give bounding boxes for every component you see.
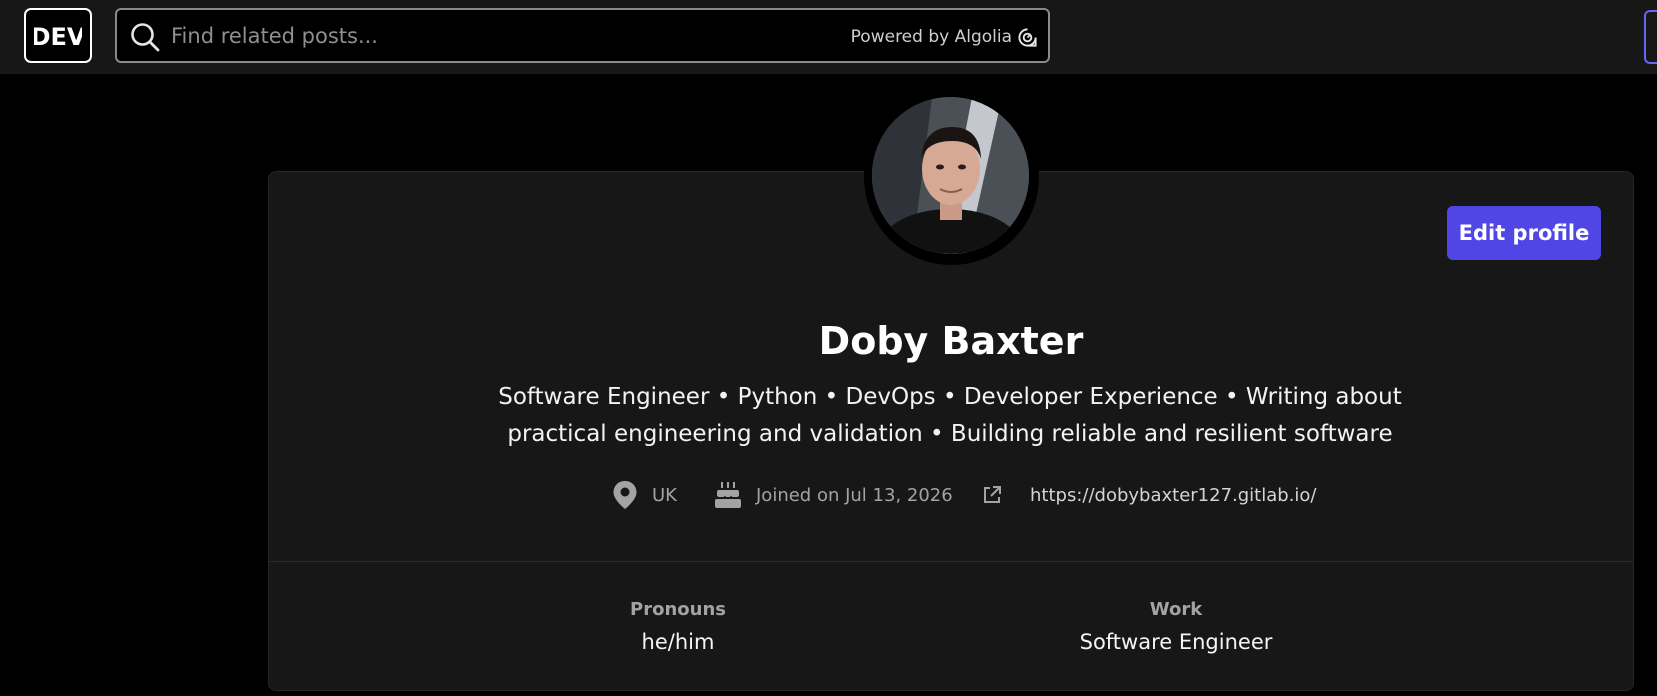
svg-text:DEV: DEV [34,23,82,51]
location-text: UK [652,484,677,506]
detail-label: Work [1149,599,1203,620]
header-action-button-partial[interactable] [1644,10,1657,64]
website-link[interactable]: https://dobybaxter127.gitlab.io/ [1030,485,1317,506]
profile-bio: Software Engineer • Python • DevOps • De… [498,384,1402,447]
powered-by-algolia-label[interactable]: Powered by Algolia [851,27,1012,47]
profile-location: UK [612,480,677,510]
algolia-icon [1018,28,1037,47]
edit-profile-button[interactable]: Edit profile [1447,206,1601,260]
profile-name: Doby Baxter [818,319,1084,363]
app-root: DEV Powered by Algolia [0,0,1657,696]
cake-icon [715,482,741,508]
search-bar[interactable]: Powered by Algolia [115,8,1050,63]
dev-logo-link[interactable]: DEV [24,8,92,63]
dev-logo-icon: DEV [34,23,82,51]
detail-work: Work Software Engineer [1026,598,1326,658]
detail-label: Pronouns [630,599,726,620]
detail-value: he/him [641,630,715,654]
external-link-icon [984,486,1001,503]
profile-avatar[interactable] [872,97,1029,254]
profile-website[interactable]: https://dobybaxter127.gitlab.io/ [982,480,1317,510]
card-divider [269,561,1633,562]
joined-text: Joined on Jul 13, 2026 [756,484,953,506]
location-pin-icon [613,481,637,509]
top-navigation-bar: DEV Powered by Algolia [0,0,1657,74]
search-icon [131,23,160,52]
avatar-photo-icon [872,97,1029,254]
profile-joined-date: Joined on Jul 13, 2026 [714,480,953,510]
detail-pronouns: Pronouns he/him [578,598,778,658]
search-input[interactable] [171,16,731,55]
detail-value: Software Engineer [1079,630,1273,654]
